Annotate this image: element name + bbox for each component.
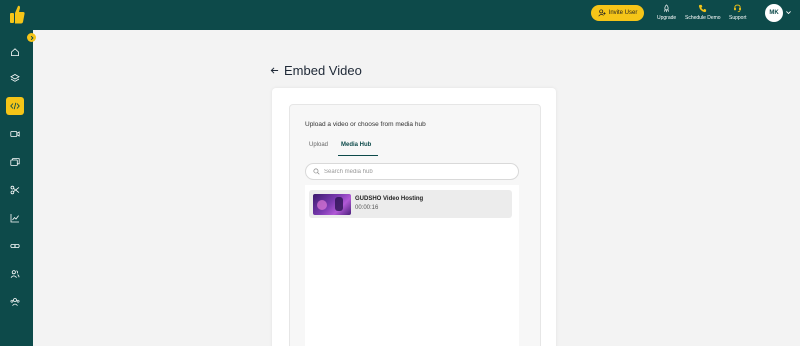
home-icon (11, 48, 19, 56)
user-avatar[interactable]: MK (765, 4, 783, 22)
sidebar-toggle-button[interactable] (27, 33, 36, 42)
page-title: Embed Video (284, 63, 362, 78)
chevron-right-icon (30, 35, 34, 40)
upload-instructions: Upload a video or choose from media hub (305, 121, 426, 128)
schedule-demo-label: Schedule Demo (685, 15, 721, 21)
back-arrow-icon[interactable] (270, 66, 279, 75)
page-header: Embed Video (270, 63, 362, 78)
sidebar-item-gallery[interactable] (6, 153, 24, 171)
sidebar (0, 30, 33, 346)
sidebar-item-clips[interactable] (6, 181, 24, 199)
top-bar: Invite User Upgrade Schedule Demo Suppor… (0, 0, 800, 30)
support-icon (734, 4, 742, 13)
scissors-icon (10, 185, 20, 195)
layers-icon (10, 74, 20, 82)
support-button[interactable]: Support (729, 4, 747, 21)
video-title: GUDSHO Video Hosting (355, 196, 424, 202)
users-icon (10, 270, 20, 278)
gallery-icon (10, 158, 20, 166)
tab-upload[interactable]: Upload (309, 142, 328, 148)
search-icon (313, 168, 320, 175)
sidebar-item-users[interactable] (6, 265, 24, 283)
tab-media-hub[interactable]: Media Hub (341, 142, 371, 148)
rocket-icon (664, 4, 670, 13)
video-duration: 00:00:16 (355, 205, 379, 211)
link-icon (10, 244, 20, 249)
phone-icon (699, 4, 707, 13)
sidebar-item-video[interactable] (6, 125, 24, 143)
upgrade-label: Upgrade (657, 15, 677, 21)
thumbs-up-logo-icon[interactable] (8, 4, 26, 26)
support-label: Support (729, 15, 747, 21)
sidebar-item-team[interactable] (6, 293, 24, 311)
team-icon (10, 298, 20, 306)
sidebar-item-home[interactable] (6, 43, 24, 61)
sidebar-item-layers[interactable] (6, 69, 24, 87)
sidebar-item-analytics[interactable] (6, 209, 24, 227)
invite-user-button[interactable]: Invite User (591, 5, 644, 21)
active-tab-indicator (338, 155, 378, 156)
invite-user-label: Invite User (608, 10, 638, 16)
search-input[interactable] (324, 168, 504, 175)
upgrade-button[interactable]: Upgrade (657, 4, 676, 21)
code-icon (10, 102, 20, 110)
video-thumbnail[interactable] (313, 194, 351, 215)
analytics-icon (10, 214, 19, 223)
search-bar (305, 163, 519, 180)
add-user-icon (598, 9, 606, 17)
schedule-demo-button[interactable]: Schedule Demo (685, 4, 721, 21)
sidebar-item-links[interactable] (6, 237, 24, 255)
video-icon (10, 131, 20, 137)
sidebar-item-embed[interactable] (6, 97, 24, 115)
chevron-down-icon[interactable] (785, 9, 792, 16)
